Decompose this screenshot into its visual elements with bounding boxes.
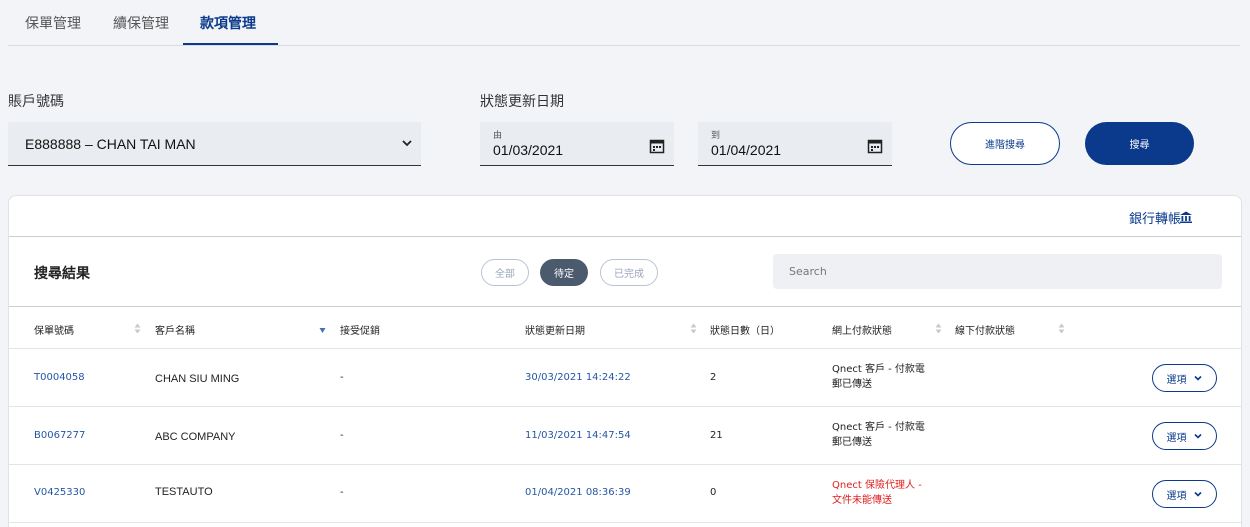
filter-pill-completed[interactable]: 已完成 [600, 259, 658, 286]
to-date-label: 到 [711, 131, 721, 141]
online-payment-status: Qnect 客戶 - 付款電 郵已傳送 [832, 364, 925, 390]
options-dropdown-button[interactable]: 選項 [1152, 480, 1217, 508]
from-date-field[interactable]: 由 01/03/2021 [480, 122, 674, 166]
accept-promotion: - [340, 372, 344, 383]
status-update-date: 11/03/2021 14:47:54 [525, 430, 631, 441]
sort-icon[interactable] [134, 323, 141, 334]
online-payment-status: Qnect 客戶 - 付款電 郵已傳送 [832, 422, 925, 448]
sort-desc-icon[interactable] [319, 323, 326, 334]
tab-renewal-management[interactable]: 續保管理 [113, 13, 169, 33]
header-customer-name[interactable]: 客戶名稱 [155, 322, 195, 337]
chevron-down-icon [1193, 491, 1202, 497]
row-divider [9, 348, 1241, 349]
calendar-icon[interactable] [649, 138, 665, 154]
table-search-input[interactable] [773, 254, 1222, 289]
status-days: 21 [710, 430, 723, 441]
from-date-value: 01/03/2021 [493, 142, 564, 158]
customer-name: CHAN SIU MING [155, 373, 240, 385]
status-update-date: 30/03/2021 14:24:22 [525, 372, 631, 383]
header-status-update-date[interactable]: 狀態更新日期 [525, 322, 585, 337]
header-accept-promotion[interactable]: 接受促銷 [340, 322, 380, 337]
chevron-down-icon [1193, 375, 1202, 381]
account-select[interactable]: E888888 – CHAN TAI MAN [8, 122, 421, 166]
customer-name: TESTAUTO [155, 486, 213, 498]
options-dropdown-button[interactable]: 選項 [1152, 364, 1217, 392]
status-date-label: 狀態更新日期 [480, 94, 564, 110]
account-select-value: E888888 – CHAN TAI MAN [25, 136, 196, 152]
status-days: 0 [710, 487, 717, 498]
calendar-icon[interactable] [867, 138, 883, 154]
header-status-days[interactable]: 狀態日數（日） [710, 322, 780, 337]
policy-number-link[interactable]: T0004058 [34, 372, 85, 383]
to-date-value: 01/04/2021 [711, 142, 782, 158]
tab-policy-management[interactable]: 保單管理 [25, 13, 81, 33]
online-payment-status: Qnect 保險代理人 - 文件未能傳送 [832, 480, 922, 506]
policy-number-link[interactable]: V0425330 [34, 487, 85, 498]
sort-icon[interactable] [1058, 323, 1065, 334]
row-divider [9, 522, 1241, 523]
bank-icon[interactable] [1179, 210, 1193, 224]
row-divider [9, 464, 1241, 465]
customer-name: ABC COMPANY [155, 431, 236, 443]
header-online-payment-status[interactable]: 網上付款狀態 [832, 322, 892, 337]
accept-promotion: - [340, 430, 344, 441]
sort-icon[interactable] [690, 323, 697, 334]
filter-pill-all[interactable]: 全部 [481, 259, 529, 286]
row-divider [9, 406, 1241, 407]
header-offline-payment-status[interactable]: 線下付款狀態 [955, 322, 1015, 337]
sort-icon[interactable] [935, 323, 942, 334]
top-tab-bar: 保單管理 續保管理 款項管理 [8, 0, 1240, 46]
card-divider [9, 236, 1241, 237]
table-header-divider [9, 306, 1241, 307]
header-policy-number[interactable]: 保單號碼 [34, 322, 74, 337]
chevron-down-icon [402, 140, 412, 147]
from-date-label: 由 [493, 131, 503, 141]
tab-payment-management[interactable]: 款項管理 [200, 13, 256, 33]
filter-pill-pending[interactable]: 待定 [540, 259, 588, 286]
to-date-field[interactable]: 到 01/04/2021 [698, 122, 892, 166]
account-label: 賬戶號碼 [8, 94, 64, 110]
search-button[interactable]: 搜尋 [1085, 122, 1194, 165]
status-update-date: 01/04/2021 08:36:39 [525, 487, 631, 498]
bank-transfer-link[interactable]: 銀行轉帳 [1129, 208, 1181, 227]
options-dropdown-button[interactable]: 選項 [1152, 422, 1217, 450]
advanced-search-button[interactable]: 進階搜尋 [950, 122, 1060, 165]
results-title: 搜尋結果 [34, 266, 90, 282]
status-days: 2 [710, 372, 717, 383]
results-card: 銀行轉帳 搜尋結果 全部 待定 已完成 保單號碼 客戶名稱 接受促銷 狀態更新日… [8, 195, 1242, 527]
chevron-down-icon [1193, 433, 1202, 439]
active-tab-indicator [183, 43, 278, 45]
policy-number-link[interactable]: B0067277 [34, 430, 85, 441]
accept-promotion: - [340, 487, 344, 498]
